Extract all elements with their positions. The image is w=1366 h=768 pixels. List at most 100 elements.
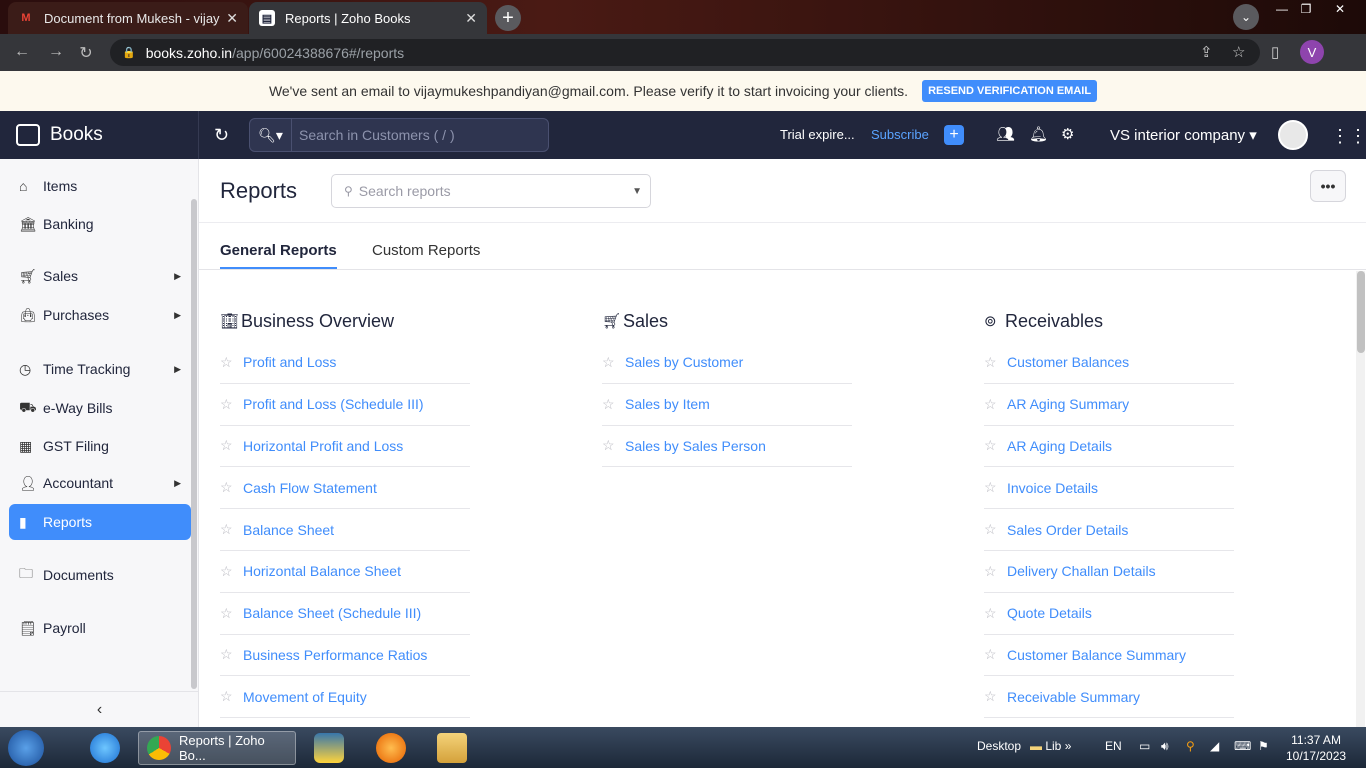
sidebar-item-reports[interactable]: ▮ Reports	[9, 504, 191, 540]
profile-avatar[interactable]: V	[1300, 40, 1324, 64]
share-icon[interactable]: ⇪	[1200, 43, 1213, 61]
report-link[interactable]: ☆ Profit and Loss	[220, 342, 470, 384]
report-link[interactable]: ☆ Customer Balances	[984, 342, 1234, 384]
report-link[interactable]: ☆ Sales by Item	[602, 384, 852, 426]
report-label[interactable]: Customer Balances	[1007, 354, 1129, 370]
report-link[interactable]: ☆ AR Aging Summary	[984, 384, 1234, 426]
sidebar-item-eway-bills[interactable]: ⛟ e-Way Bills	[9, 390, 191, 426]
report-label[interactable]: Business Performance Ratios	[243, 647, 427, 663]
browser-tab-zoho[interactable]: ▤ Reports | Zoho Books ✕	[249, 2, 487, 34]
chevron-down-icon[interactable]: ▼	[632, 186, 642, 197]
recent-activity-icon[interactable]: ↻	[214, 125, 229, 146]
url-input[interactable]: 🔒 books.zoho.in /app/60024388676#/report…	[110, 39, 1260, 66]
sidebar-item-time-tracking[interactable]: ◷ Time Tracking ▶	[9, 351, 191, 387]
report-label[interactable]: AR Aging Details	[1007, 438, 1112, 454]
report-link[interactable]: ☆ Receivable Summary	[984, 676, 1234, 719]
main-scrollbar[interactable]	[1356, 271, 1365, 727]
lib-toolbar[interactable]: ▬ Lib »	[1030, 739, 1071, 753]
organization-switcher[interactable]: VS interior company ▾	[1110, 126, 1257, 144]
sidebar-item-documents[interactable]: 🗀 Documents	[9, 557, 191, 593]
display-icon[interactable]: ▭	[1139, 739, 1150, 753]
report-label[interactable]: Sales Order Details	[1007, 522, 1128, 538]
star-icon[interactable]: ☆	[220, 354, 243, 371]
star-icon[interactable]: ☆	[984, 354, 1007, 371]
star-icon[interactable]: ☆	[984, 605, 1007, 622]
brand[interactable]: Books	[0, 111, 199, 159]
report-label[interactable]: Balance Sheet (Schedule III)	[243, 605, 421, 621]
search-icon[interactable]: 🔍︎▾	[250, 119, 292, 151]
python-icon[interactable]	[314, 733, 344, 763]
network-icon[interactable]: ◢	[1210, 739, 1219, 753]
desktop-toolbar[interactable]: Desktop	[977, 739, 1021, 753]
star-icon[interactable]: ☆	[220, 479, 243, 496]
volume-icon[interactable]: 🔊︎	[1161, 739, 1169, 754]
star-icon[interactable]: ☆	[220, 396, 243, 413]
report-link[interactable]: ☆ Balance Sheet (Schedule III)	[220, 593, 470, 635]
browser-tab-gmail[interactable]: M Document from Mukesh - vijaym ✕	[8, 2, 248, 34]
quick-create-button[interactable]: +	[944, 125, 964, 145]
star-icon[interactable]: ☆	[984, 521, 1007, 538]
star-icon[interactable]: ☆	[602, 396, 625, 413]
report-label[interactable]: Balance Sheet	[243, 522, 334, 538]
sidebar-item-purchases[interactable]: 👜︎ Purchases ▶	[9, 297, 191, 333]
windows-start-button[interactable]	[8, 730, 44, 766]
report-label[interactable]: Receivable Summary	[1007, 689, 1140, 705]
report-label[interactable]: Customer Balance Summary	[1007, 647, 1186, 663]
side-panel-icon[interactable]: ▯	[1271, 43, 1279, 61]
sidebar-item-banking[interactable]: 🏛︎ Banking	[9, 206, 191, 242]
report-link[interactable]: ☆ Quote Details	[984, 593, 1234, 635]
star-icon[interactable]: ☆	[602, 437, 625, 454]
report-label[interactable]: AR Aging Summary	[1007, 396, 1129, 412]
report-label[interactable]: Movement of Equity	[243, 689, 367, 705]
report-link[interactable]: ☆ Horizontal Profit and Loss	[220, 426, 470, 468]
report-label[interactable]: Profit and Loss (Schedule III)	[243, 396, 424, 412]
report-link[interactable]: ☆ Movement of Equity	[220, 676, 470, 719]
subscribe-link[interactable]: Subscribe	[871, 127, 929, 142]
report-link[interactable]: ☆ Balance Sheet	[220, 509, 470, 551]
report-label[interactable]: Sales by Sales Person	[625, 438, 766, 454]
new-tab-button[interactable]: +	[495, 5, 521, 31]
close-icon[interactable]: ✕	[465, 10, 477, 27]
resend-verification-button[interactable]: RESEND VERIFICATION EMAIL	[922, 80, 1098, 102]
star-icon[interactable]: ☆	[984, 646, 1007, 663]
bell-icon[interactable]: 🔔︎	[1029, 125, 1048, 143]
report-link[interactable]: ☆ AR Aging Details	[984, 426, 1234, 468]
star-icon[interactable]: ☆	[220, 521, 243, 538]
tab-custom-reports[interactable]: Custom Reports	[372, 242, 480, 259]
global-search[interactable]: 🔍︎▾ Search in Customers ( / )	[249, 118, 549, 152]
more-options-button[interactable]: •••	[1310, 170, 1346, 202]
star-icon[interactable]: ☆	[602, 354, 625, 371]
star-icon[interactable]: ☆	[220, 605, 243, 622]
star-icon[interactable]: ☆	[984, 437, 1007, 454]
report-label[interactable]: Sales by Item	[625, 396, 710, 412]
star-icon[interactable]: ☆	[984, 688, 1007, 705]
language-indicator[interactable]: EN	[1105, 739, 1122, 753]
close-window-icon[interactable]: ✕	[1328, 0, 1352, 18]
sidebar-item-accountant[interactable]: 👤︎ Accountant ▶	[9, 465, 191, 501]
report-link[interactable]: ☆ Cash Flow Statement	[220, 467, 470, 510]
star-icon[interactable]: ☆	[984, 396, 1007, 413]
file-explorer-icon[interactable]	[437, 733, 467, 763]
bookmark-star-icon[interactable]: ☆	[1232, 43, 1245, 61]
star-icon[interactable]: ☆	[220, 437, 243, 454]
star-icon[interactable]: ☆	[984, 563, 1007, 580]
report-link[interactable]: ☆ Sales by Customer	[602, 342, 852, 384]
star-icon[interactable]: ☆	[220, 688, 243, 705]
report-label[interactable]: Cash Flow Statement	[243, 480, 377, 496]
user-avatar[interactable]	[1278, 120, 1308, 150]
report-label[interactable]: Sales by Customer	[625, 354, 743, 370]
report-link[interactable]: ☆ Delivery Challan Details	[984, 551, 1234, 593]
taskbar-chrome-app[interactable]: Reports | Zoho Bo...	[138, 731, 296, 765]
minimize-icon[interactable]: —	[1270, 0, 1294, 18]
back-icon[interactable]: ←	[12, 43, 32, 61]
gear-icon[interactable]: ⚙	[1061, 125, 1074, 143]
sidebar-scrollbar[interactable]	[191, 199, 197, 689]
star-icon[interactable]: ☆	[220, 563, 243, 580]
report-label[interactable]: Horizontal Profit and Loss	[243, 438, 403, 454]
app-grid-icon[interactable]: ⋮⋮⋮	[1331, 126, 1366, 147]
tab-search-button[interactable]: ⌄	[1233, 4, 1259, 30]
restore-icon[interactable]: ❐	[1294, 0, 1318, 18]
star-icon[interactable]: ☆	[220, 646, 243, 663]
search-icon[interactable]: ⚲	[1186, 739, 1195, 753]
reports-search-input[interactable]: ⚲ Search reports ▼	[331, 174, 651, 208]
